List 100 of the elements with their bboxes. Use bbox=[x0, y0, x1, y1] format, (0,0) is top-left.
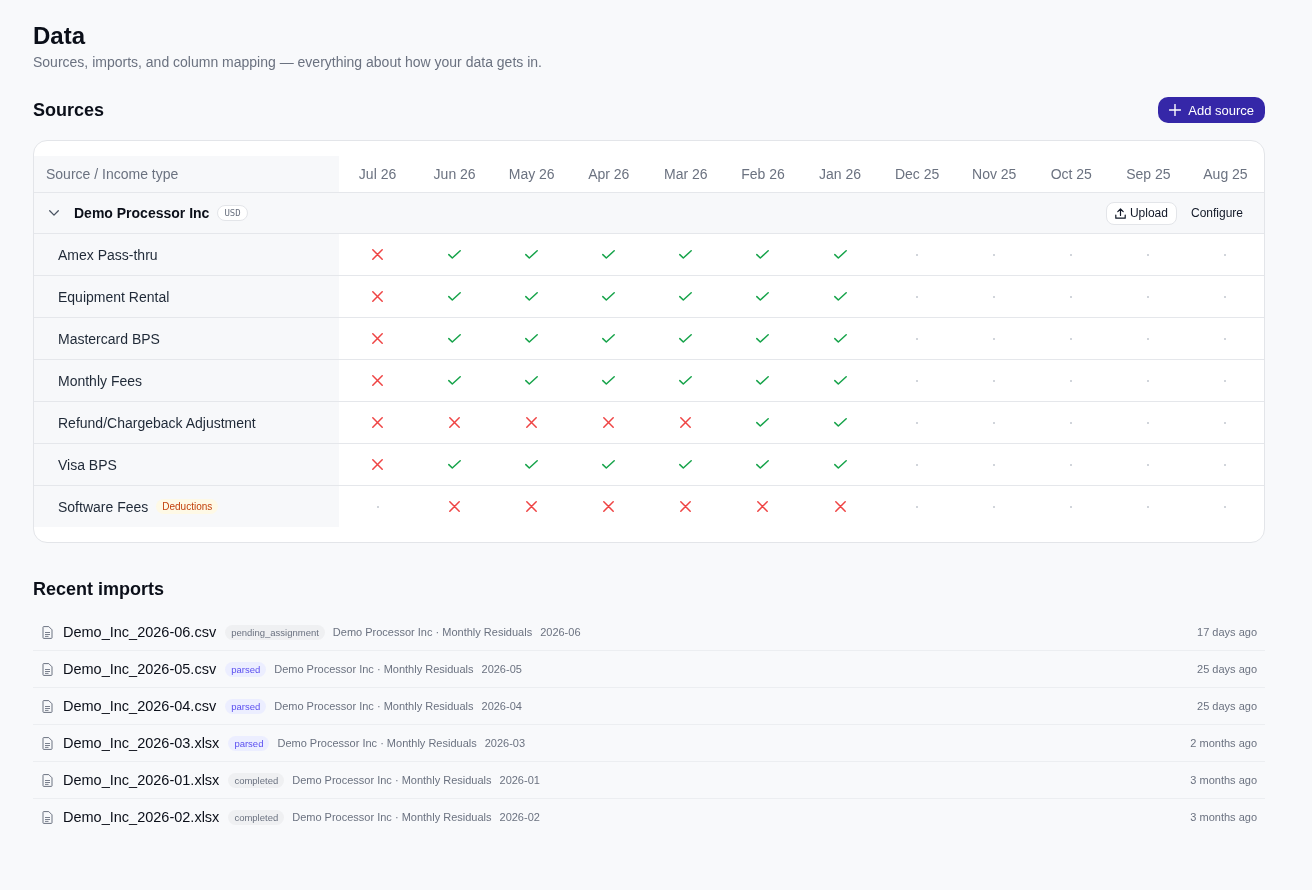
check-icon bbox=[833, 376, 847, 385]
status-badge: pending_assignment bbox=[225, 624, 325, 640]
import-source-text: Demo Processor Inc · Monthly Residuals bbox=[292, 811, 492, 823]
import-time-text: 3 months ago bbox=[1190, 774, 1257, 786]
upload-button[interactable]: Upload bbox=[1105, 201, 1177, 225]
import-time-text: 2 months ago bbox=[1190, 737, 1257, 749]
file-name-link[interactable]: Demo_Inc_2026-02.xlsx bbox=[63, 809, 220, 825]
cross-icon bbox=[372, 459, 384, 470]
currency-badge: USD bbox=[217, 205, 248, 221]
file-icon bbox=[42, 773, 53, 787]
check-icon bbox=[756, 376, 770, 385]
income-type-label: Mastercard BPS bbox=[58, 330, 160, 347]
check-icon bbox=[679, 250, 693, 259]
configure-button[interactable]: Configure bbox=[1182, 201, 1251, 225]
file-icon bbox=[42, 625, 53, 639]
file-name-link[interactable]: Demo_Inc_2026-03.xlsx bbox=[63, 735, 220, 751]
import-source-text: Demo Processor Inc · Monthly Residuals bbox=[274, 700, 474, 712]
import-source-text: Demo Processor Inc · Monthly Residuals bbox=[277, 737, 477, 749]
column-header: Source / Income type bbox=[34, 156, 339, 192]
column-header: Aug 25 bbox=[1202, 165, 1249, 184]
page-subtitle: Sources, imports, and column mapping — everything about how your data gets in. bbox=[33, 53, 543, 72]
income-type-label: Visa BPS bbox=[58, 456, 117, 473]
check-icon bbox=[602, 250, 616, 259]
upload-icon bbox=[1114, 207, 1126, 219]
import-time-text: 17 days ago bbox=[1197, 626, 1257, 638]
cross-icon bbox=[680, 417, 692, 428]
column-header: Dec 25 bbox=[893, 165, 941, 184]
chevron-down-icon[interactable] bbox=[49, 210, 59, 216]
import-period-text: 2026-01 bbox=[499, 774, 540, 786]
cross-icon bbox=[449, 501, 461, 512]
file-name-link[interactable]: Demo_Inc_2026-06.csv bbox=[63, 624, 217, 640]
check-icon bbox=[833, 418, 847, 427]
cross-icon bbox=[680, 501, 692, 512]
cross-icon bbox=[372, 291, 384, 302]
status-badge: parsed bbox=[228, 735, 270, 751]
import-time-text: 25 days ago bbox=[1197, 700, 1257, 712]
cross-icon bbox=[372, 249, 384, 260]
column-header: Feb 26 bbox=[740, 165, 786, 184]
income-type-label: Equipment Rental bbox=[58, 288, 170, 305]
column-header: Sep 25 bbox=[1125, 165, 1172, 184]
check-icon bbox=[525, 460, 539, 469]
file-icon bbox=[42, 662, 53, 676]
check-icon bbox=[448, 376, 462, 385]
cross-icon bbox=[372, 375, 384, 386]
cross-icon bbox=[603, 417, 615, 428]
status-badge: parsed bbox=[225, 661, 267, 677]
check-icon bbox=[679, 334, 693, 343]
import-period-text: 2026-05 bbox=[481, 663, 522, 675]
import-period-text: 2026-02 bbox=[499, 811, 540, 823]
section-title: Sources bbox=[33, 99, 105, 122]
import-time-text: 25 days ago bbox=[1197, 663, 1257, 675]
check-icon bbox=[525, 376, 539, 385]
check-icon bbox=[756, 460, 770, 469]
check-icon bbox=[602, 292, 616, 301]
column-header: Nov 25 bbox=[971, 165, 1018, 184]
plus-icon bbox=[1169, 104, 1182, 116]
source-name: Demo Processor Inc bbox=[74, 205, 210, 221]
check-icon bbox=[756, 334, 770, 343]
check-icon bbox=[448, 334, 462, 343]
income-type-label: Monthly Fees bbox=[58, 372, 143, 389]
file-name-link[interactable]: Demo_Inc_2026-04.csv bbox=[63, 698, 217, 714]
check-icon bbox=[833, 250, 847, 259]
category-tag: Deductions bbox=[156, 499, 219, 514]
column-header: May 26 bbox=[507, 165, 556, 184]
check-icon bbox=[679, 376, 693, 385]
check-icon bbox=[525, 250, 539, 259]
file-name-link[interactable]: Demo_Inc_2026-05.csv bbox=[63, 661, 217, 677]
cross-icon bbox=[834, 501, 846, 512]
file-name-link[interactable]: Demo_Inc_2026-01.xlsx bbox=[63, 772, 220, 788]
import-source-text: Demo Processor Inc · Monthly Residuals bbox=[332, 626, 533, 638]
check-icon bbox=[602, 376, 616, 385]
column-header: Mar 26 bbox=[663, 165, 709, 184]
import-source-text: Demo Processor Inc · Monthly Residuals bbox=[292, 774, 492, 786]
check-icon bbox=[448, 460, 462, 469]
column-header: Jun 26 bbox=[432, 165, 477, 184]
check-icon bbox=[525, 334, 539, 343]
column-header: Apr 26 bbox=[587, 165, 631, 184]
check-icon bbox=[756, 292, 770, 301]
check-icon bbox=[448, 292, 462, 301]
import-period-text: 2026-06 bbox=[540, 626, 581, 638]
check-icon bbox=[448, 250, 462, 259]
status-badge: completed bbox=[228, 772, 285, 788]
income-type-label: Refund/Chargeback Adjustment bbox=[58, 414, 256, 431]
cross-icon bbox=[603, 501, 615, 512]
check-icon bbox=[679, 292, 693, 301]
check-icon bbox=[833, 460, 847, 469]
check-icon bbox=[833, 334, 847, 343]
file-icon bbox=[42, 810, 53, 824]
cross-icon bbox=[757, 501, 769, 512]
file-icon bbox=[42, 736, 53, 750]
add-source-button[interactable]: Add source bbox=[1158, 97, 1265, 123]
check-icon bbox=[833, 292, 847, 301]
column-header: Oct 25 bbox=[1049, 165, 1093, 184]
cross-icon bbox=[526, 417, 538, 428]
file-icon bbox=[42, 699, 53, 713]
import-time-text: 3 months ago bbox=[1190, 811, 1257, 823]
page-title: Data bbox=[33, 21, 87, 51]
cross-icon bbox=[372, 333, 384, 344]
check-icon bbox=[602, 334, 616, 343]
income-type-label: Software Fees bbox=[58, 498, 149, 515]
